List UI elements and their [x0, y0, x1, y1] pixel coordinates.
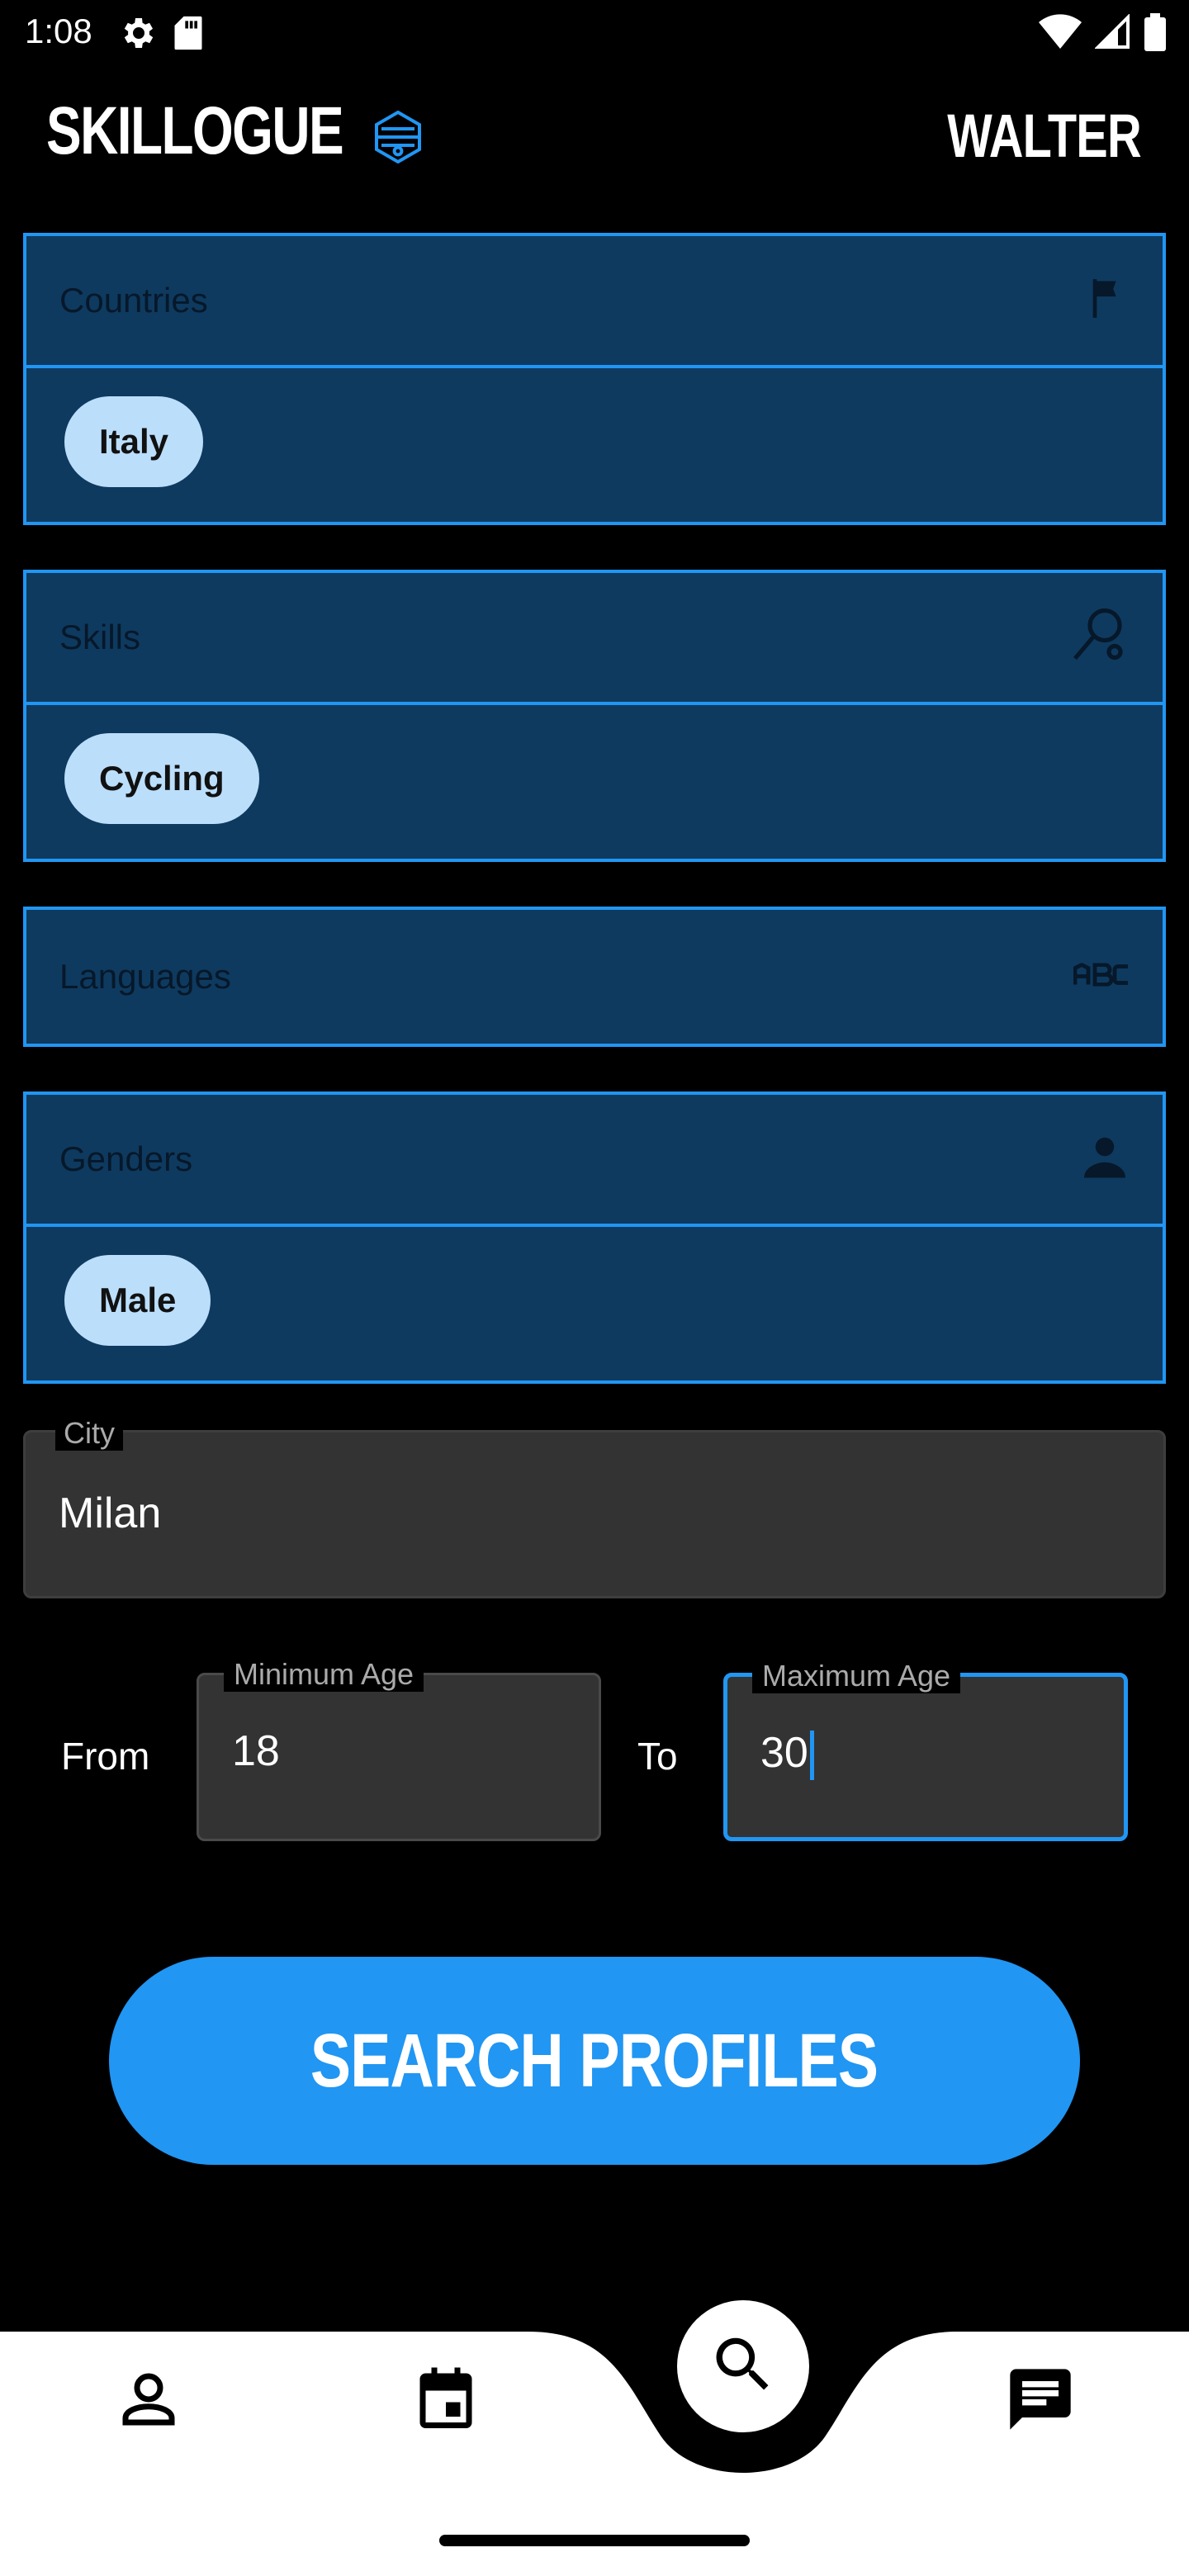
minimum-age-label: Minimum Age: [224, 1657, 424, 1692]
status-bar: 1:08: [0, 0, 1189, 69]
maximum-age-label: Maximum Age: [752, 1659, 961, 1693]
maximum-age-field[interactable]: Maximum Age 30: [723, 1659, 1128, 1841]
nav-search[interactable]: [677, 2300, 809, 2432]
languages-filter: Languages: [23, 907, 1166, 1047]
home-indicator[interactable]: [439, 2535, 750, 2546]
genders-label: Genders: [59, 1139, 193, 1178]
abc-icon: [1073, 962, 1130, 991]
nav-profile[interactable]: [107, 2360, 190, 2442]
languages-selector[interactable]: Languages: [26, 910, 1163, 1044]
maximum-age-input[interactable]: 30: [760, 1729, 808, 1777]
nav-chat[interactable]: [999, 2360, 1082, 2442]
city-input[interactable]: Milan: [59, 1489, 161, 1538]
hive-logo-icon: [373, 110, 423, 168]
signal-icon: [1094, 13, 1131, 54]
minimum-age-input[interactable]: 18: [232, 1726, 280, 1776]
search-profiles-button[interactable]: SEARCH PROFILES: [109, 1957, 1080, 2165]
wifi-icon: [1039, 14, 1082, 54]
racket-icon: [1070, 606, 1130, 670]
skills-filter: Skills Cycling: [23, 570, 1166, 862]
maximum-age-input-wrap[interactable]: 30: [760, 1728, 814, 1781]
genders-selector[interactable]: Genders: [26, 1095, 1163, 1227]
calendar-icon: [411, 2365, 481, 2438]
search-profiles-label: SEARCH PROFILES: [310, 2018, 879, 2103]
skill-chip-cycling[interactable]: Cycling: [64, 733, 259, 824]
nav-calendar[interactable]: [405, 2360, 487, 2442]
text-caret: [809, 1731, 814, 1781]
skills-chip-row: Cycling: [26, 705, 1163, 855]
minimum-age-field[interactable]: Minimum Age 18: [197, 1657, 601, 1841]
user-name[interactable]: WALTER: [947, 101, 1141, 171]
genders-filter: Genders Male: [23, 1091, 1166, 1384]
countries-selector[interactable]: Countries: [26, 236, 1163, 368]
skills-label: Skills: [59, 618, 141, 656]
search-icon: [708, 2329, 779, 2404]
settings-icon: [117, 13, 157, 57]
countries-filter: Countries Italy: [23, 233, 1166, 525]
from-label: From: [61, 1735, 150, 1778]
status-time: 1:08: [25, 12, 92, 50]
to-label: To: [637, 1735, 678, 1778]
flag-icon: [1083, 276, 1130, 326]
countries-label: Countries: [59, 281, 208, 320]
app-title: SKILLOGUE: [46, 93, 344, 168]
gender-chip-male[interactable]: Male: [64, 1255, 211, 1346]
profile-icon: [114, 2365, 183, 2438]
battery-icon: [1144, 13, 1166, 55]
person-icon: [1080, 1133, 1130, 1186]
country-chip-italy[interactable]: Italy: [64, 396, 204, 487]
genders-chip-row: Male: [26, 1227, 1163, 1377]
sd-card-icon: [172, 15, 205, 55]
status-icons-right: [1039, 13, 1166, 55]
city-label: City: [55, 1416, 123, 1451]
countries-chip-row: Italy: [26, 368, 1163, 519]
skills-selector[interactable]: Skills: [26, 573, 1163, 705]
status-icons-left: [117, 13, 205, 57]
languages-label: Languages: [59, 957, 231, 996]
chat-icon: [1004, 2363, 1077, 2440]
city-field[interactable]: City Milan: [23, 1416, 1166, 1598]
